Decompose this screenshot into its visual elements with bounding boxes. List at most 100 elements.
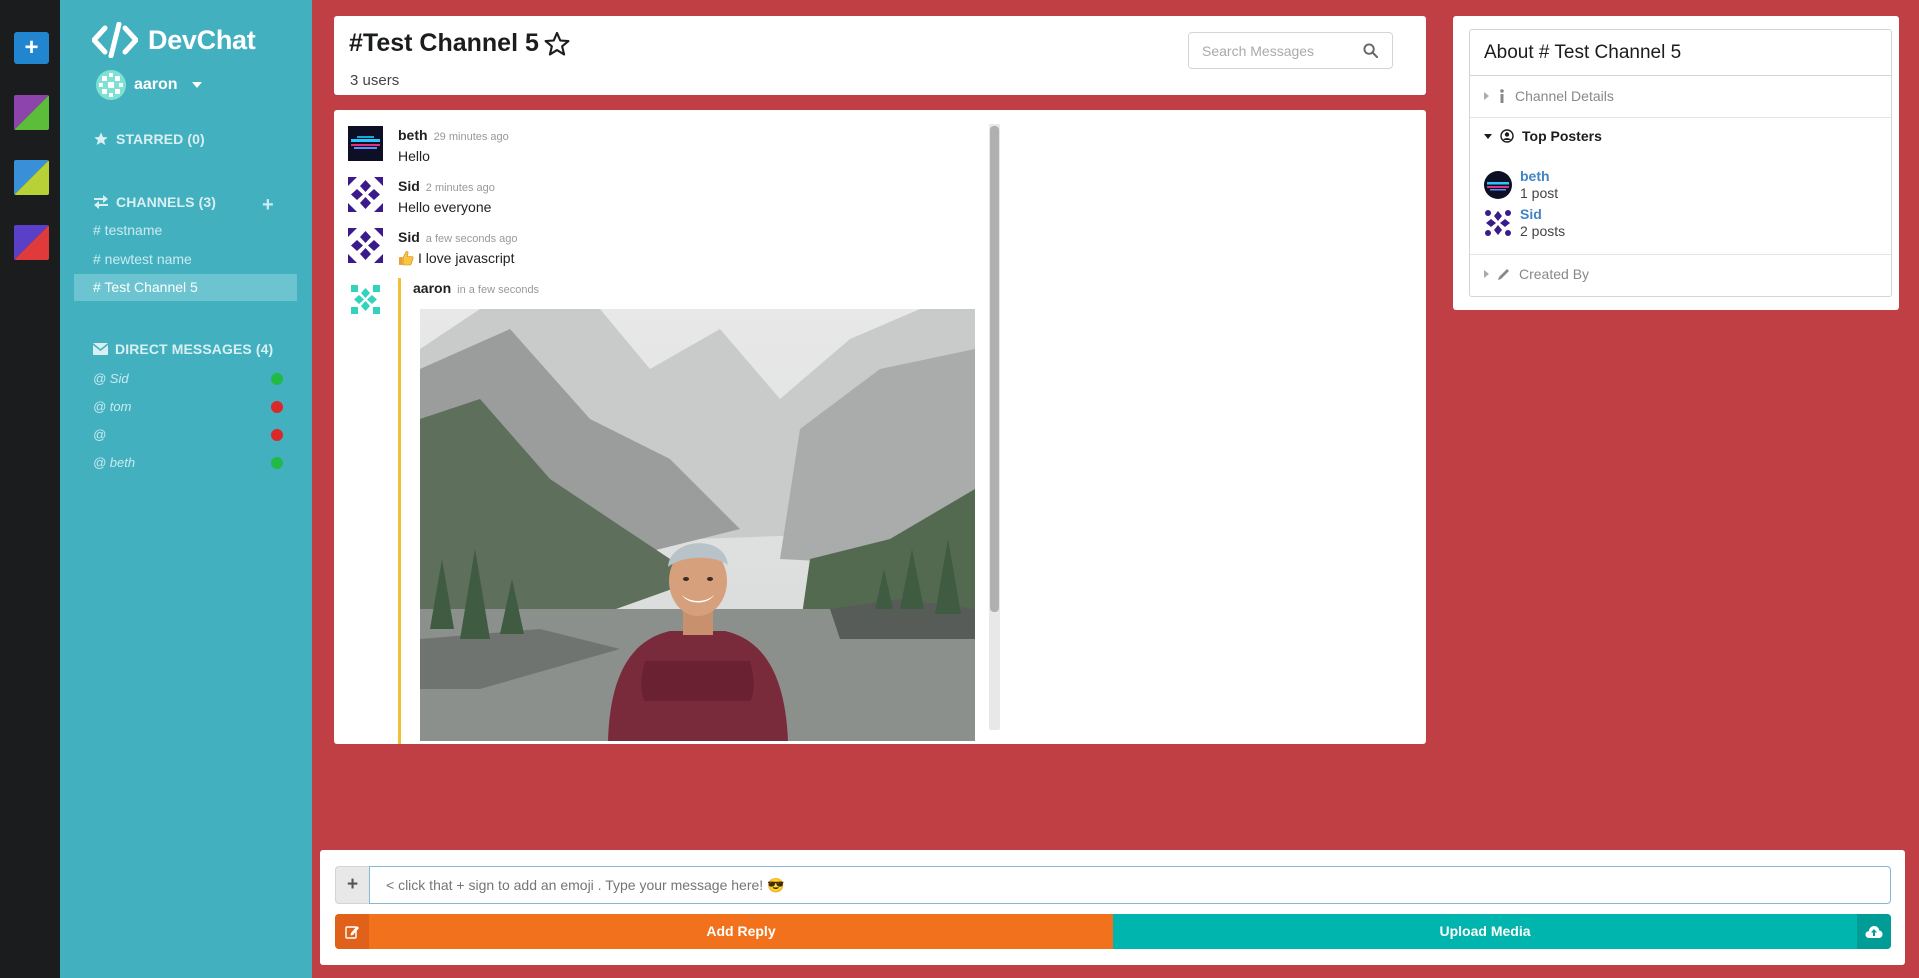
dm-item-tom[interactable]: @ tom — [74, 393, 297, 420]
mail-icon — [93, 343, 108, 355]
user-menu[interactable]: aaron — [96, 70, 202, 100]
caret-right-icon — [1484, 92, 1489, 100]
add-reply-label: Add Reply — [706, 923, 776, 939]
emoji-picker-button[interactable]: + — [335, 866, 369, 904]
channel-details-label: Channel Details — [1515, 88, 1614, 104]
color-swatch-3[interactable] — [14, 225, 49, 260]
poster-info: beth 1 post — [1520, 168, 1558, 202]
user-avatar — [96, 70, 126, 100]
status-offline-dot — [271, 401, 283, 413]
poster-name[interactable]: beth — [1520, 168, 1558, 185]
user-count: 3 users — [350, 72, 400, 89]
accordion-created-by[interactable]: Created By — [1484, 266, 1589, 282]
accordion-top-posters[interactable]: Top Posters — [1484, 128, 1602, 144]
message-feed: beth 29 minutes ago Hello Sid 2 minutes ag… — [334, 110, 1426, 744]
dm-name: @ beth — [93, 455, 136, 470]
channel-info-segment: About # Test Channel 5 Channel Details T… — [1469, 29, 1892, 297]
dm-item-sid[interactable]: @ Sid — [74, 365, 297, 392]
upload-media-label: Upload Media — [1439, 923, 1531, 939]
avatar — [348, 282, 383, 317]
channel-item-newtest-name[interactable]: # newtest name — [74, 246, 297, 273]
avatar — [1484, 209, 1512, 237]
cloud-upload-icon — [1865, 925, 1883, 938]
channel-info-panel: About # Test Channel 5 Channel Details T… — [1453, 16, 1899, 310]
message-photo[interactable] — [420, 309, 975, 741]
created-by-label: Created By — [1519, 266, 1590, 282]
message-author: Sid a few seconds ago — [398, 229, 518, 245]
exchange-icon — [94, 195, 108, 209]
channels-label: CHANNELS (3) — [116, 194, 216, 210]
search-input[interactable] — [1189, 34, 1359, 67]
poster-count: 1 post — [1520, 185, 1559, 201]
avatar — [1484, 171, 1512, 199]
message-body: Hello — [398, 148, 430, 164]
author-name: beth — [398, 127, 428, 143]
info-title: About # Test Channel 5 — [1470, 30, 1891, 76]
channels-section: CHANNELS (3) — [93, 194, 216, 210]
avatar — [348, 228, 383, 263]
color-swatch-2[interactable] — [14, 160, 49, 195]
caret-down-icon — [1484, 133, 1492, 139]
poster-name[interactable]: Sid — [1520, 206, 1565, 223]
poster-info: Sid 2 posts — [1520, 206, 1565, 240]
divider — [1470, 117, 1891, 118]
star-icon — [94, 132, 108, 145]
starred-section[interactable]: STARRED (0) — [93, 131, 205, 147]
add-color-button[interactable]: + — [14, 32, 49, 64]
dm-item-unnamed[interactable]: @ — [74, 421, 297, 448]
channel-name: #Test Channel 5 — [349, 29, 539, 57]
user-circle-icon — [1500, 129, 1514, 143]
add-channel-button[interactable]: + — [262, 195, 274, 215]
status-online-dot — [271, 457, 283, 469]
dm-item-beth[interactable]: @ beth — [74, 449, 297, 476]
message-body: Hello everyone — [398, 199, 492, 215]
channel-title: #Test Channel 5 — [349, 29, 571, 58]
message-text: Hello — [398, 148, 430, 164]
status-offline-dot — [271, 429, 283, 441]
divider — [1470, 254, 1891, 255]
brand-name: DevChat — [148, 24, 256, 55]
star-outline-icon[interactable] — [543, 30, 571, 58]
top-poster-item: Sid 2 posts — [1484, 206, 1565, 240]
edit-icon — [344, 926, 359, 939]
avatar — [348, 177, 383, 212]
status-online-dot — [271, 373, 283, 385]
message-body: I love javascript — [418, 250, 515, 266]
author-name: Sid — [398, 229, 420, 245]
thumbs-up-icon — [399, 251, 414, 266]
dm-name: @ Sid — [93, 371, 129, 386]
channel-item-test-channel-5[interactable]: # Test Channel 5 — [74, 274, 297, 301]
sidebar: DevChat aaron STARRED (0) CHANNELS (3) +… — [60, 0, 312, 978]
edit-icon-wrap — [335, 914, 369, 949]
author-name: Sid — [398, 178, 420, 194]
message-text: Hello everyone — [398, 199, 491, 215]
message-scrollbar[interactable] — [989, 124, 1000, 730]
poster-count: 2 posts — [1520, 223, 1566, 239]
dm-name: @ — [93, 427, 107, 442]
starred-label: STARRED (0) — [116, 131, 205, 147]
avatar — [348, 126, 383, 161]
channel-item-testname[interactable]: # testname — [74, 217, 297, 244]
message-author: aaron in a few seconds — [413, 280, 539, 296]
message-input[interactable] — [369, 866, 1891, 904]
code-icon — [92, 22, 138, 58]
add-reply-button[interactable]: Add Reply — [335, 914, 1113, 949]
color-swatch-1[interactable] — [14, 95, 49, 130]
message-text: I love javascript — [398, 250, 514, 266]
message-timestamp: 2 minutes ago — [425, 182, 495, 194]
chevron-down-icon — [191, 82, 202, 88]
info-icon — [1500, 89, 1504, 103]
accordion-channel-details[interactable]: Channel Details — [1484, 88, 1614, 104]
top-posters-label: Top Posters — [1522, 128, 1602, 144]
scrollbar-thumb[interactable] — [990, 126, 999, 612]
message-timestamp: 29 minutes ago — [433, 131, 509, 143]
message-author: Sid 2 minutes ago — [398, 178, 495, 194]
channel-header: #Test Channel 5 3 users — [334, 16, 1426, 95]
dm-name: @ tom — [93, 399, 132, 414]
cloud-upload-icon-wrap — [1857, 914, 1891, 949]
upload-media-button[interactable]: Upload Media — [1113, 914, 1891, 949]
direct-messages-section: DIRECT MESSAGES (4) — [93, 341, 273, 357]
message-timestamp: a few seconds ago — [425, 233, 518, 245]
user-name: aaron — [134, 76, 178, 93]
search-icon[interactable] — [1363, 43, 1378, 58]
